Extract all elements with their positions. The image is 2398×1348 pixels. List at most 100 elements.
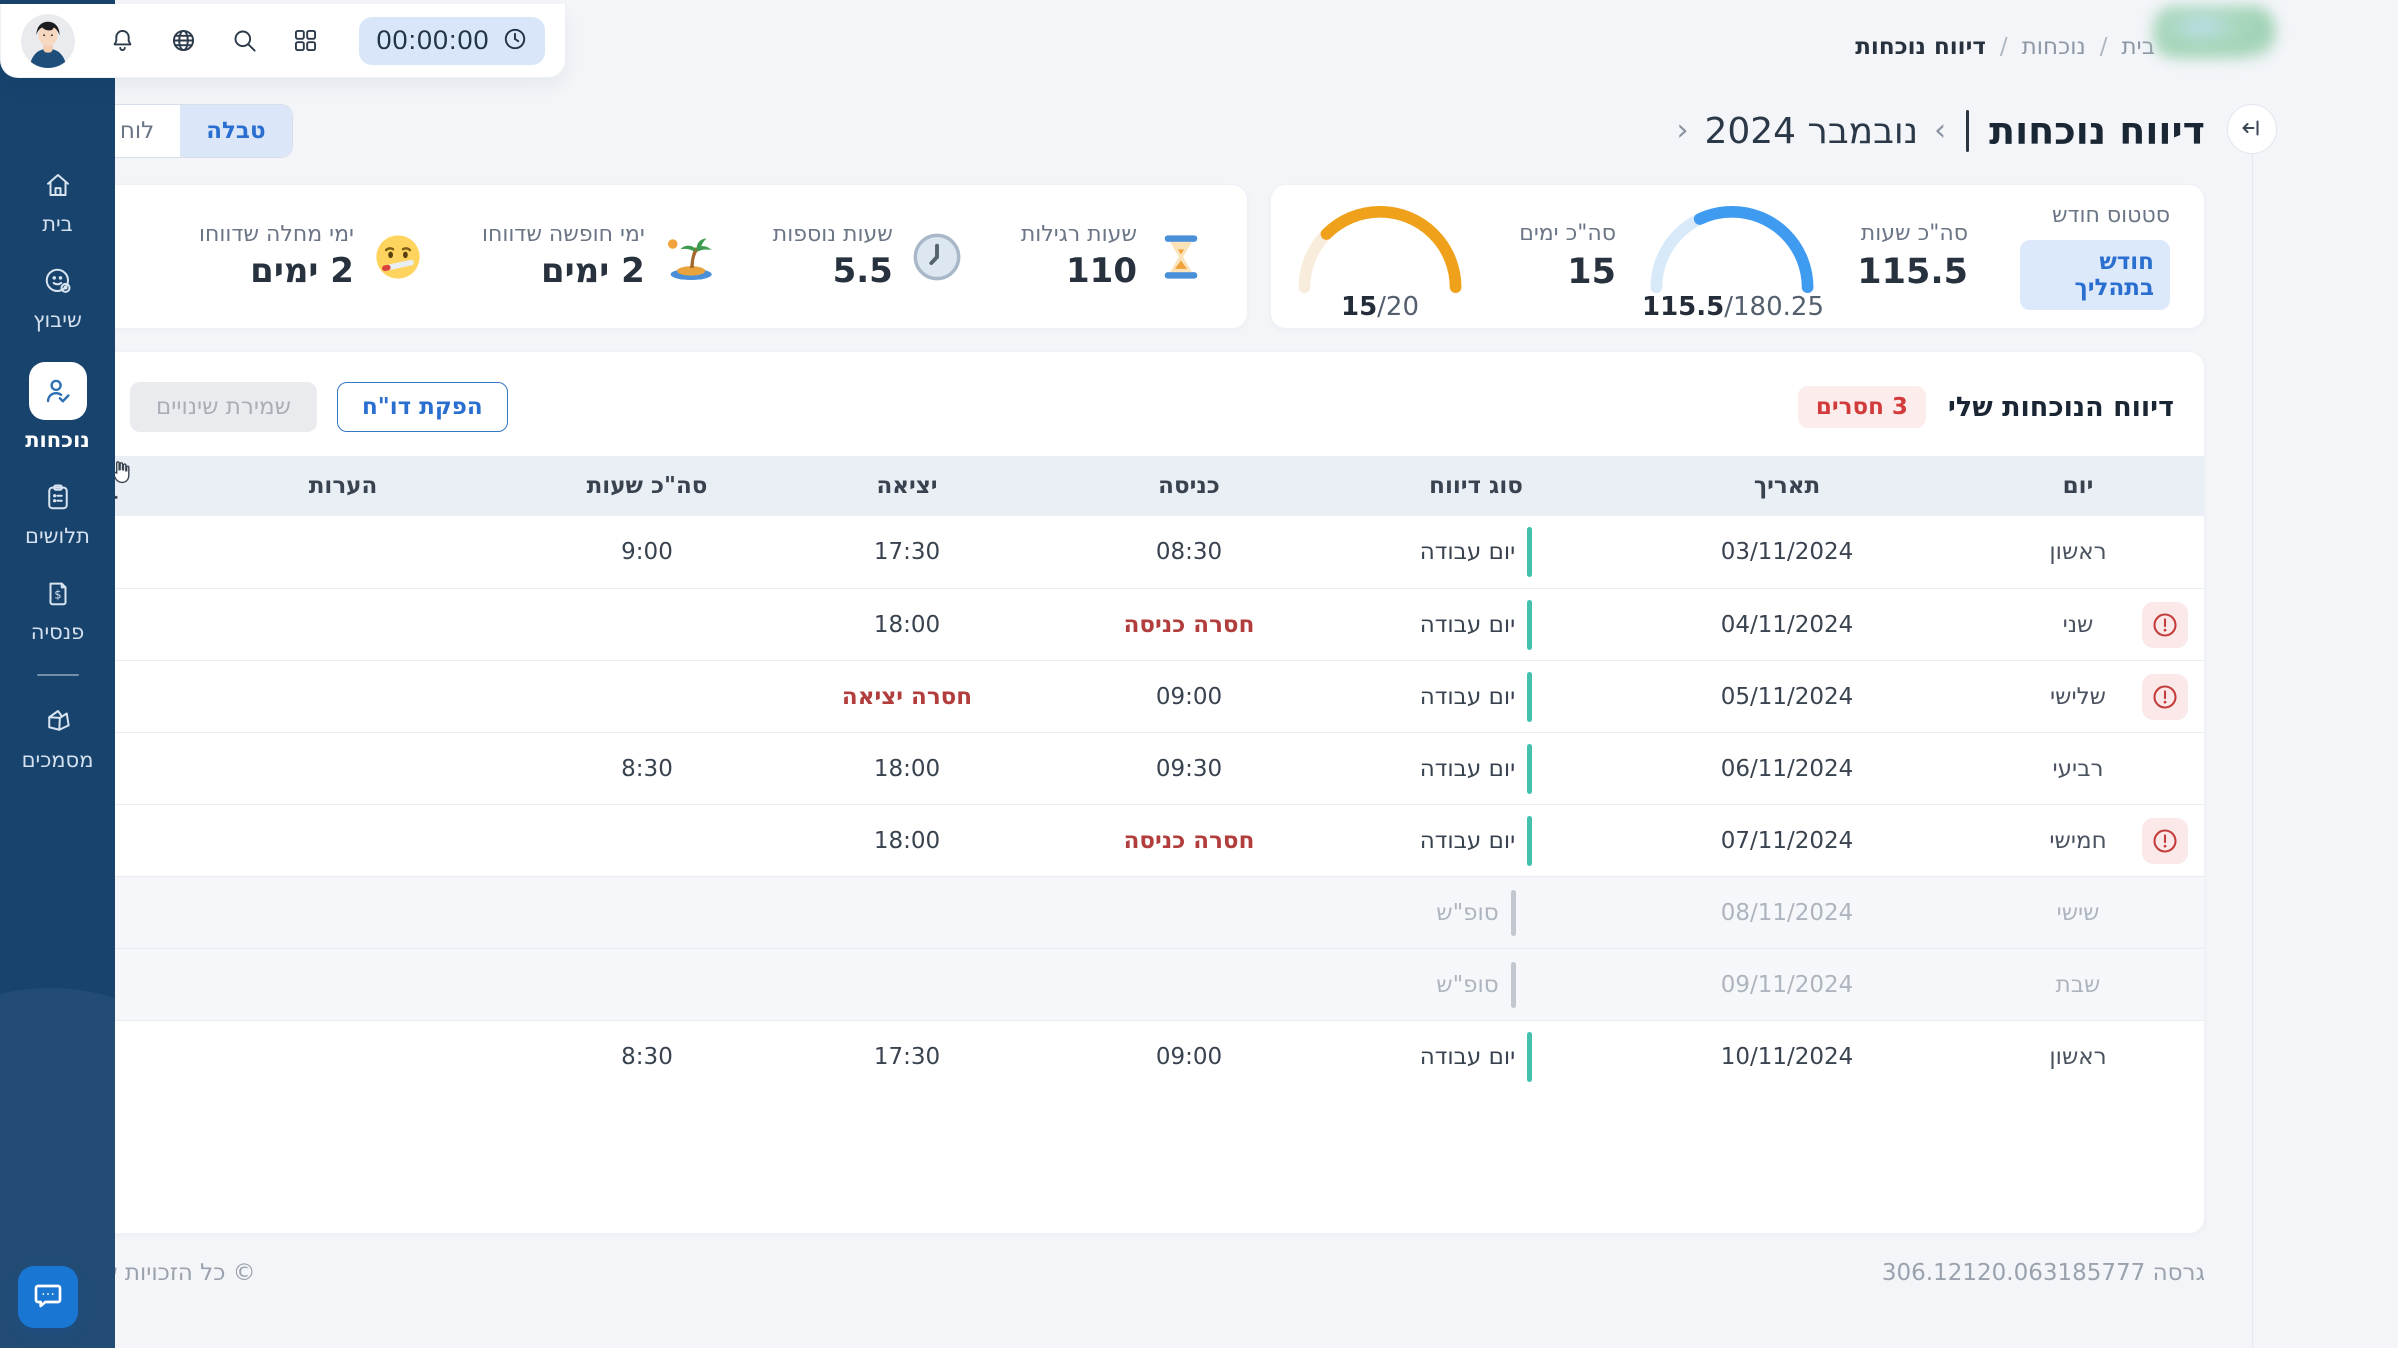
total-days-value: 15: [1567, 252, 1616, 292]
missing-report-alert-icon: [2142, 673, 2188, 720]
date-cell: 05/11/2024: [1720, 683, 1854, 710]
redacted-company-name: [2153, 6, 2275, 58]
date-cell: 03/11/2024: [1720, 539, 1854, 565]
entry-time-cell[interactable]: 08:30: [1048, 516, 1330, 588]
day-cell: ראשון: [2049, 539, 2107, 565]
exit-time-cell[interactable]: 18:00: [766, 589, 1048, 660]
breadcrumb-attendance[interactable]: נוכחות: [2022, 34, 2086, 60]
sidebar-item-pension[interactable]: $ פנסיה: [30, 578, 85, 644]
table-row: ראשון 10/11/2024 יום עבודה 09:00 17:30 8:30: [46, 1020, 2204, 1092]
sidebar-item-label: שיבוץ: [33, 308, 82, 332]
notes-cell[interactable]: [158, 516, 528, 588]
report-type-bar: [1527, 815, 1533, 866]
exit-time-cell[interactable]: 17:30: [766, 516, 1048, 588]
notifications-bell-icon[interactable]: [109, 27, 136, 54]
day-cell: שלישי: [1952, 661, 2204, 732]
table-row: שלישי 05/11/2024 יום עבודה 09:00 חסרה יציאה: [46, 660, 2204, 732]
breadcrumb-home[interactable]: בית: [2121, 34, 2155, 60]
report-type-cell: יום עבודה: [1330, 589, 1622, 660]
generate-report-button[interactable]: הפקת דו"ח: [336, 382, 508, 432]
total-hours-cell: [528, 661, 766, 732]
sidebar-item-label: בית: [42, 212, 73, 236]
exit-time-cell[interactable]: 17:30: [766, 1021, 1048, 1092]
sidebar-item-attendance[interactable]: נוכחות: [25, 362, 90, 452]
total-hours-cell: [528, 805, 766, 876]
total-hours-cell: [528, 589, 766, 660]
column-header-day: יום: [2062, 473, 2094, 499]
save-changes-button[interactable]: שמירת שינויים: [130, 382, 317, 432]
day-cell: שישי: [2056, 899, 2100, 926]
sidebar-item-label: תלושים: [25, 524, 90, 548]
table-row: שישי 08/11/2024 סופ"ש: [46, 876, 2204, 948]
total-hours-cell: 9:00: [621, 539, 673, 565]
report-type-cell: סופ"ש: [1330, 877, 1622, 948]
notes-cell[interactable]: [158, 805, 528, 876]
search-icon[interactable]: [231, 27, 258, 54]
month-label: נובמבר 2024: [1704, 110, 1919, 152]
home-icon: [43, 170, 73, 204]
exit-time-cell[interactable]: 18:00: [766, 733, 1048, 804]
entry-time-cell[interactable]: חסרה כניסה: [1048, 589, 1330, 660]
exit-time-cell[interactable]: 18:00: [766, 805, 1048, 876]
tab-table-view[interactable]: טבלה: [180, 105, 292, 157]
page-footer: גרסה 306.12120.063185777 © כל הזכויות שמ…: [45, 1260, 2205, 1286]
notes-cell[interactable]: [158, 589, 528, 660]
svg-text:$: $: [54, 589, 61, 602]
entry-time-cell: [1048, 877, 1330, 948]
day-cell: רביעי: [2052, 755, 2104, 782]
time-clock-button[interactable]: 00:00:00: [359, 16, 545, 65]
notes-cell[interactable]: [158, 1021, 528, 1092]
date-cell: 04/11/2024: [1720, 611, 1854, 638]
notes-cell: [158, 877, 528, 948]
hourglass-icon: [1155, 231, 1207, 283]
sidebar-divider: [36, 674, 79, 676]
pension-document-icon: $: [43, 578, 73, 612]
entry-time-cell[interactable]: 09:30: [1048, 733, 1330, 804]
entry-time-cell[interactable]: חסרה כניסה: [1048, 805, 1330, 876]
version-label: גרסה 306.12120.063185777: [1881, 1260, 2205, 1286]
collapse-sidebar-button[interactable]: [2227, 104, 2277, 154]
apps-grid-icon[interactable]: [292, 27, 319, 54]
total-days-gauge: 15/20: [1290, 196, 1470, 322]
entry-time-cell[interactable]: 09:00: [1048, 1021, 1330, 1092]
chevron-prev-icon[interactable]: ‹: [1676, 116, 1688, 146]
collapse-arrow-icon: [2240, 116, 2264, 143]
notes-cell[interactable]: [158, 733, 528, 804]
total-hours-cell: 8:30: [621, 755, 673, 782]
sick-face-icon: [372, 231, 424, 283]
table-title: דיווח הנוכחות שלי: [1947, 391, 2174, 423]
total-hours-gauge: 115.5/180.25: [1642, 196, 1824, 322]
sick-days-item: ימי מחלה שדווחו 2 ימים: [199, 222, 424, 291]
page-title: דיווח נוכחות: [1989, 109, 2205, 153]
sidebar-item-payslips[interactable]: תלושים: [25, 482, 90, 548]
stopwatch-icon: [502, 26, 528, 55]
chat-support-button[interactable]: [18, 1266, 78, 1328]
report-type-bar: [1527, 527, 1533, 577]
sidebar-item-label: נוכחות: [25, 428, 90, 452]
sidebar-item-scheduling[interactable]: שיבוץ: [33, 266, 82, 332]
chevron-next-icon[interactable]: ›: [1934, 116, 1946, 146]
sidebar-item-home[interactable]: בית: [42, 170, 73, 236]
island-icon: [663, 231, 715, 283]
report-type-bar: [1527, 1031, 1533, 1082]
sidebar-item-documents[interactable]: מסמכים: [22, 706, 93, 772]
report-type-bar: [1527, 671, 1533, 722]
report-type-cell: יום עבודה: [1330, 805, 1622, 876]
month-summary-card: סטטוס חודש חודש בתהליך סה"כ שעות 115.5 1…: [1270, 184, 2205, 329]
breadcrumb: בית / נוכחות / דיווח נוכחות: [1855, 34, 2155, 60]
table-row: ראשון 03/11/2024 יום עבודה 08:30 17:30 9:00: [46, 516, 2204, 588]
user-avatar[interactable]: [21, 13, 75, 68]
exit-time-cell: [766, 949, 1048, 1020]
language-globe-icon[interactable]: [170, 27, 197, 54]
table-row: שבת 09/11/2024 סופ"ש: [46, 948, 2204, 1020]
table-header-row: יום תאריך סוג דיווח כניסה יציאה סה"כ שעו…: [46, 456, 2204, 516]
report-type-cell: סופ"ש: [1330, 949, 1622, 1020]
documents-icon: [43, 706, 73, 740]
entry-time-cell[interactable]: 09:00: [1048, 661, 1330, 732]
sidebar-item-label: פנסיה: [30, 620, 85, 644]
exit-time-cell[interactable]: חסרה יציאה: [766, 661, 1048, 732]
column-header-total-hours: סה"כ שעות: [586, 473, 708, 499]
main-sidebar: בית שיבוץ נוכחות תלושים $ פנסיה מסמכים: [0, 0, 115, 1348]
notes-cell[interactable]: [158, 661, 528, 732]
table-row: שני 04/11/2024 יום עבודה חסרה כניסה 18:00: [46, 588, 2204, 660]
